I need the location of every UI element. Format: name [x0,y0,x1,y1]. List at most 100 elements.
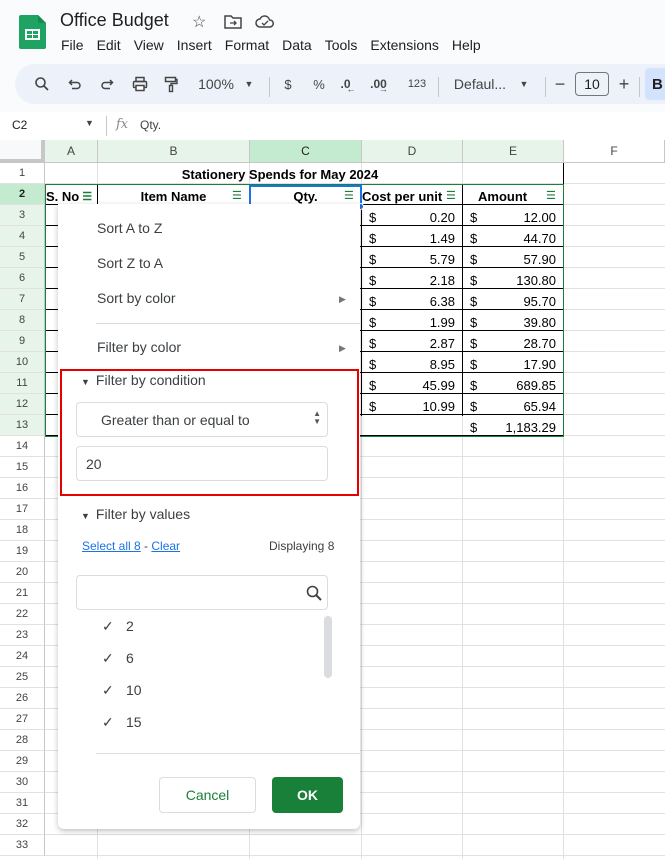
column-header-f[interactable]: F [564,140,665,163]
print-icon[interactable] [129,64,151,104]
sheets-logo-icon[interactable] [19,15,46,49]
row-header-25[interactable]: 25 [0,667,45,688]
cost-per-unit-cell[interactable]: 8.95 [380,354,455,375]
move-folder-icon[interactable] [224,14,242,29]
filter-icon[interactable]: ☰ [546,189,556,202]
row-header-4[interactable]: 4 [0,226,45,247]
cost-per-unit-cell[interactable]: 6.38 [380,291,455,312]
row-header-27[interactable]: 27 [0,709,45,730]
amount-cell[interactable]: 95.70 [480,291,556,312]
formula-input[interactable]: Qty. [140,118,161,132]
row-header-6[interactable]: 6 [0,268,45,289]
name-box[interactable]: C2 [12,118,27,132]
row-header-20[interactable]: 20 [0,562,45,583]
cost-per-unit-cell[interactable]: 1.49 [380,228,455,249]
row-header-30[interactable]: 30 [0,772,45,793]
amount-cell[interactable]: 17.90 [480,354,556,375]
row-header-2[interactable]: 2 [0,184,45,205]
row-header-21[interactable]: 21 [0,583,45,604]
cost-per-unit-cell[interactable]: 0.20 [380,207,455,228]
cost-per-unit-cell[interactable]: 5.79 [380,249,455,270]
cost-per-unit-cell[interactable]: 10.99 [380,396,455,417]
filter-icon[interactable]: ☰ [82,190,92,203]
column-header-c[interactable]: C [250,140,362,163]
value-checkbox-6[interactable]: ✓ [102,650,114,667]
amount-cell[interactable]: 689.85 [480,375,556,396]
amount-cell[interactable]: 130.80 [480,270,556,291]
filter-by-color[interactable]: Filter by color [97,339,181,355]
sort-z-to-a[interactable]: Sort Z to A [97,255,163,271]
undo-icon[interactable] [65,64,85,104]
cancel-button[interactable]: Cancel [159,777,256,813]
row-header-29[interactable]: 29 [0,751,45,772]
row-header-23[interactable]: 23 [0,625,45,646]
row-header-12[interactable]: 12 [0,394,45,415]
row-header-18[interactable]: 18 [0,520,45,541]
decrease-decimal-button[interactable]: .0 ← [340,64,360,104]
row-header-22[interactable]: 22 [0,604,45,625]
cloud-saved-icon[interactable] [255,14,275,29]
row-header-31[interactable]: 31 [0,793,45,814]
amount-cell[interactable]: 57.90 [480,249,556,270]
menu-file[interactable]: File [61,37,84,53]
row-header-17[interactable]: 17 [0,499,45,520]
row-header-26[interactable]: 26 [0,688,45,709]
row-header-28[interactable]: 28 [0,730,45,751]
menu-format[interactable]: Format [225,37,269,53]
value-checkbox-2[interactable]: ✓ [102,618,114,635]
amount-cell[interactable]: 39.80 [480,312,556,333]
select-all-link[interactable]: Select all 8 [82,539,141,553]
ok-button[interactable]: OK [272,777,343,813]
column-header-d[interactable]: D [362,140,463,163]
row-header-1[interactable]: 1 [0,163,45,184]
amount-cell[interactable]: 65.94 [480,396,556,417]
amount-cell[interactable]: 28.70 [480,333,556,354]
redo-icon[interactable] [97,64,117,104]
row-header-32[interactable]: 32 [0,814,45,835]
value-checkbox-15[interactable]: ✓ [102,714,114,731]
sort-by-color[interactable]: Sort by color [97,290,176,306]
values-scrollbar[interactable] [324,616,332,678]
clear-link[interactable]: Clear [151,539,180,553]
row-header-15[interactable]: 15 [0,457,45,478]
select-all-corner[interactable] [0,140,45,163]
row-header-19[interactable]: 19 [0,541,45,562]
value-checkbox-10[interactable]: ✓ [102,682,114,699]
cost-per-unit-cell[interactable]: 2.18 [380,270,455,291]
value-label[interactable]: 10 [126,682,142,698]
row-header-24[interactable]: 24 [0,646,45,667]
cost-per-unit-cell[interactable]: 45.99 [380,375,455,396]
sort-a-to-z[interactable]: Sort A to Z [97,220,162,236]
search-menus-icon[interactable] [31,64,53,104]
row-header-8[interactable]: 8 [0,310,45,331]
value-label[interactable]: 2 [126,618,134,634]
row-header-10[interactable]: 10 [0,352,45,373]
column-header-b[interactable]: B [98,140,250,163]
row-header-7[interactable]: 7 [0,289,45,310]
font-size-input[interactable]: 10 [575,72,609,96]
name-box-dropdown-icon[interactable]: ▼ [85,118,94,128]
currency-format-button[interactable]: $ [281,64,295,104]
row-header-3[interactable]: 3 [0,205,45,226]
value-label[interactable]: 15 [126,714,142,730]
menu-extensions[interactable]: Extensions [370,37,438,53]
zoom-select[interactable]: 100% [195,64,237,104]
star-icon[interactable]: ☆ [192,12,206,32]
amount-cell[interactable]: 44.70 [480,228,556,249]
menu-data[interactable]: Data [282,37,312,53]
cost-per-unit-cell[interactable]: 2.87 [380,333,455,354]
font-select[interactable]: Defaul... [451,64,509,104]
bold-button[interactable]: B [645,68,665,100]
filter-by-values-toggle[interactable]: ▼ Filter by values [81,506,190,522]
row-header-11[interactable]: 11 [0,373,45,394]
column-header-e[interactable]: E [463,140,564,163]
more-formats-button[interactable]: 123 [405,64,429,104]
zoom-dropdown-icon[interactable]: ▼ [243,64,255,104]
decrease-font-size-button[interactable]: − [552,64,568,104]
percent-format-button[interactable]: % [312,64,326,104]
increase-font-size-button[interactable]: + [616,64,632,104]
font-dropdown-icon[interactable]: ▼ [518,64,530,104]
filter-icon[interactable]: ☰ [446,189,456,202]
paint-format-icon[interactable] [161,64,181,104]
values-search-input[interactable] [76,575,328,610]
